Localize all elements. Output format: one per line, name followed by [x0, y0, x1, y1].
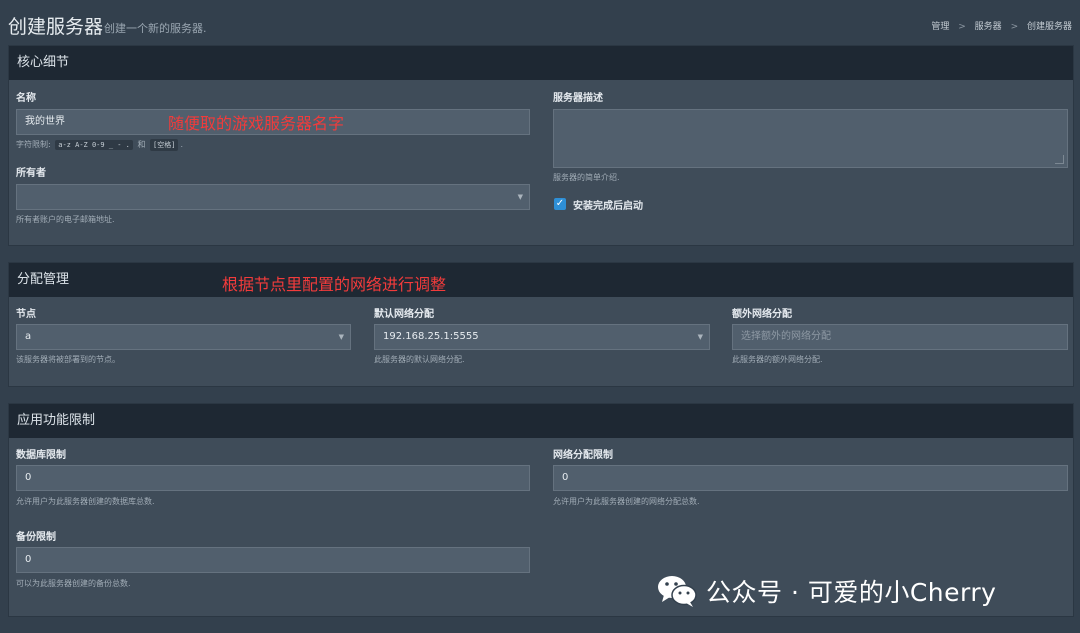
description-help: 服务器的简单介绍. — [553, 173, 620, 182]
chevron-down-icon: ▼ — [697, 333, 703, 341]
extra-allocation-select[interactable]: 选择额外的网络分配 — [732, 324, 1068, 350]
watermark: 公众号 · 可爱的小Cherry — [656, 571, 996, 611]
start-after-install-label[interactable]: 安装完成后启动 — [573, 197, 643, 212]
extra-allocation-help: 此服务器的额外网络分配. — [732, 355, 823, 364]
allocation-limit-label: 网络分配限制 — [553, 450, 613, 461]
start-after-install-checkbox[interactable]: ✓ — [554, 198, 566, 210]
breadcrumb-item-servers[interactable]: 服务器 — [975, 22, 1002, 32]
name-label: 名称 — [16, 93, 36, 104]
wechat-icon — [656, 574, 698, 608]
backup-limit-input[interactable]: 0 — [16, 547, 530, 573]
space-code: [空格] — [150, 139, 179, 151]
node-select[interactable]: a ▼ — [16, 324, 351, 350]
node-help: 该服务器将被部署到的节点。 — [16, 355, 120, 364]
allocation-limit-input[interactable]: 0 — [553, 465, 1068, 491]
database-limit-input[interactable]: 0 — [16, 465, 530, 491]
allocation-limit-help: 允许用户为此服务器创建的网络分配总数. — [553, 497, 700, 506]
chevron-down-icon: ▼ — [338, 333, 344, 341]
default-allocation-label: 默认网络分配 — [374, 309, 434, 320]
extra-allocation-placeholder: 选择额外的网络分配 — [741, 331, 831, 342]
description-label: 服务器描述 — [553, 93, 603, 104]
backup-limit-help: 可以为此服务器创建的备份总数. — [16, 579, 131, 588]
breadcrumb-item-admin[interactable]: 管理 — [931, 22, 949, 32]
breadcrumb-separator: > — [1010, 22, 1019, 32]
allocation-panel: 分配管理 节点 a ▼ 该服务器将被部署到的节点。 默认网络分配 192.168… — [8, 262, 1074, 387]
chevron-down-icon: ▼ — [517, 193, 523, 201]
allocation-header: 分配管理 — [9, 263, 1073, 297]
breadcrumb-separator: > — [958, 22, 966, 32]
breadcrumb: 管理 > 服务器 > 创建服务器 — [931, 19, 1072, 32]
feature-limits-header: 应用功能限制 — [9, 404, 1073, 438]
allocation-annotation: 根据节点里配置的网络进行调整 — [222, 275, 447, 294]
database-limit-label: 数据库限制 — [16, 450, 66, 461]
description-textarea[interactable] — [553, 109, 1068, 168]
core-details-panel: 核心细节 名称 我的世界 字符限制: a-z A-Z 0-9 _ - . 和 [… — [8, 45, 1074, 246]
core-details-header: 核心细节 — [9, 46, 1073, 80]
page-header: 创建服务器 创建一个新的服务器. 管理 > 服务器 > 创建服务器 — [0, 0, 1080, 46]
default-allocation-value: 192.168.25.1:5555 — [383, 331, 479, 342]
breadcrumb-item-create: 创建服务器 — [1026, 22, 1072, 32]
owner-help: 所有者账户的电子邮箱地址. — [16, 215, 115, 224]
node-select-value: a — [25, 331, 32, 342]
owner-select[interactable]: ▼ — [16, 184, 530, 210]
default-allocation-select[interactable]: 192.168.25.1:5555 ▼ — [374, 324, 710, 350]
name-annotation: 随便取的游戏服务器名字 — [168, 114, 345, 133]
backup-limit-label: 备份限制 — [16, 532, 56, 543]
extra-allocation-label: 额外网络分配 — [732, 309, 792, 320]
watermark-text: 公众号 · 可爱的小Cherry — [706, 578, 997, 607]
default-allocation-help: 此服务器的默认网络分配. — [374, 355, 465, 364]
resize-handle-icon[interactable] — [1055, 155, 1064, 164]
page-subtitle: 创建一个新的服务器. — [104, 22, 207, 35]
page-title: 创建服务器 — [8, 16, 104, 38]
allowed-chars-code: a-z A-Z 0-9 _ - . — [55, 140, 133, 150]
name-input-value: 我的世界 — [25, 116, 65, 127]
owner-label: 所有者 — [16, 168, 46, 179]
node-label: 节点 — [16, 309, 36, 320]
name-help: 字符限制: a-z A-Z 0-9 _ - . 和 [空格]. — [16, 139, 183, 151]
database-limit-help: 允许用户为此服务器创建的数据库总数. — [16, 497, 155, 506]
